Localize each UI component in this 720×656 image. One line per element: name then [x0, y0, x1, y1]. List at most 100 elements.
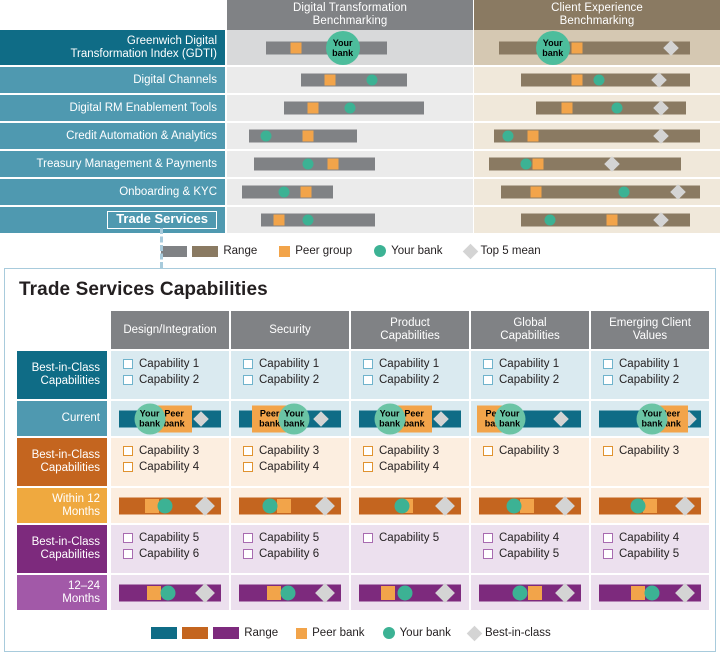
benchmark-row: Trade Services: [0, 207, 720, 233]
benchmark-column-header-client-experience: Client Experience Benchmarking: [474, 0, 720, 30]
capability-label: Capability 4: [139, 461, 200, 473]
capability-item: Capability 1: [603, 358, 709, 370]
capability-item: Capability 2: [123, 374, 229, 386]
capability-checkbox[interactable]: [243, 359, 253, 369]
legend-range-label: Range: [244, 627, 279, 639]
your-bank-line1: Your: [332, 37, 353, 48]
capability-checkbox[interactable]: [603, 359, 613, 369]
your-bank-marker: Your bank: [636, 403, 668, 434]
row-label-text: Treasury Management & Payments: [36, 157, 217, 170]
capability-checkbox[interactable]: [123, 446, 133, 456]
benchmark-row: Onboarding & KYC: [0, 179, 720, 205]
section-label-line1: Current: [61, 412, 100, 424]
capability-checkbox[interactable]: [363, 359, 373, 369]
infographic-root: Digital Transformation Benchmarking Clie…: [0, 0, 720, 656]
panel-title: Trade Services Capabilities: [19, 279, 268, 300]
capability-item: Capability 1: [483, 358, 589, 370]
peer-group-square-icon: [302, 130, 314, 142]
capability-label: Capability 5: [379, 532, 440, 544]
capability-checkbox[interactable]: [603, 533, 613, 543]
col-header-line2: Capabilities: [500, 330, 560, 342]
benchmark-column-header-digital-transformation: Digital Transformation Benchmarking: [227, 0, 473, 30]
capability-checkbox[interactable]: [123, 375, 133, 385]
capability-column-header-2: Product Capabilities: [351, 311, 469, 349]
capability-checkbox[interactable]: [123, 462, 133, 472]
capability-item: Capability 4: [243, 461, 349, 473]
capability-bar-cell: [471, 575, 589, 610]
legend-your-bank-label: Your bank: [399, 627, 451, 639]
capability-checklist-cell: Capability 4 Capability 5: [471, 525, 589, 573]
capability-checkbox[interactable]: [363, 533, 373, 543]
capability-checkbox[interactable]: [603, 446, 613, 456]
benchmark-table: Digital Transformation Benchmarking Clie…: [0, 0, 720, 235]
peer-bank-line1: Peer: [404, 408, 424, 419]
capability-checkbox[interactable]: [243, 446, 253, 456]
capability-label: Capability 6: [139, 548, 200, 560]
capability-checkbox[interactable]: [363, 446, 373, 456]
your-bank-line1: Your: [642, 408, 662, 419]
peer-bank-line1: Peer: [259, 408, 280, 419]
connector-line: [160, 228, 163, 268]
capability-checklist-cell: Capability 3 Capability 4: [231, 438, 349, 486]
capability-checkbox[interactable]: [483, 533, 493, 543]
row-label-text: Onboarding & KYC: [119, 185, 217, 198]
benchmark-row-label: Onboarding & KYC: [0, 179, 225, 205]
your-bank-line1: Your: [542, 37, 563, 48]
capability-checkbox[interactable]: [123, 533, 133, 543]
col-header-line1: Global: [513, 317, 547, 329]
capability-checkbox[interactable]: [483, 375, 493, 385]
capability-checkbox[interactable]: [123, 359, 133, 369]
section-label-line1: Within 12: [52, 492, 100, 505]
capability-bar-cell: Peer bank Your bank: [111, 401, 229, 436]
legend-peer-bank: Peer bank: [296, 627, 365, 639]
capability-checklist-cell: Capability 1 Capability 2: [351, 351, 469, 399]
legend-range: Range: [151, 627, 278, 639]
capability-checkbox[interactable]: [483, 549, 493, 559]
your-bank-marker: Your bank: [494, 403, 526, 434]
benchmark-cell-ce: [474, 123, 720, 149]
capability-label: Capability 5: [259, 532, 320, 544]
peer-bank-line1: Peer: [164, 408, 184, 419]
capability-label: Capability 5: [619, 548, 680, 560]
capability-bar-cell: YourbankPeerbank: [231, 401, 349, 436]
capability-label: Capability 1: [379, 358, 440, 370]
capability-item: Capability 2: [363, 374, 469, 386]
capability-item: Capability 4: [363, 461, 469, 473]
capability-checkbox[interactable]: [603, 375, 613, 385]
capability-checkbox[interactable]: [123, 549, 133, 559]
capability-label: Capability 5: [499, 548, 560, 560]
capability-checkbox[interactable]: [363, 375, 373, 385]
your-bank-marker: Your bank: [374, 403, 406, 434]
legend-best-diamond-icon: [466, 625, 483, 641]
legend-range-swatch-within12: [182, 627, 209, 639]
section-label-line1: Best-in-Class: [31, 362, 100, 374]
capability-checkbox[interactable]: [243, 533, 253, 543]
capability-checkbox[interactable]: [603, 549, 613, 559]
capability-bar-cell: [231, 575, 349, 610]
capability-label: Capability 2: [379, 374, 440, 386]
capability-label: Capability 4: [499, 532, 560, 544]
capability-item: Capability 2: [483, 374, 589, 386]
capability-checkbox[interactable]: [483, 446, 493, 456]
capability-checkbox[interactable]: [243, 462, 253, 472]
benchmark-cell-ce: [474, 95, 720, 121]
capability-label: Capability 3: [619, 445, 680, 457]
your-bank-circle-icon: [502, 130, 514, 142]
col-header-line2: Values: [632, 330, 668, 342]
capability-checkbox[interactable]: [483, 359, 493, 369]
capability-checkbox[interactable]: [243, 549, 253, 559]
col-header-line1: Digital Transformation: [292, 2, 408, 14]
capability-label: Capability 2: [499, 374, 560, 386]
col-header-line1: Product: [390, 317, 430, 329]
benchmark-cell-dt: [227, 67, 473, 93]
legend-range-label: Range: [223, 245, 258, 257]
capability-checkbox[interactable]: [363, 462, 373, 472]
peer-group-square-icon: [606, 214, 618, 226]
section-label-line2: Capabilities: [40, 462, 100, 474]
your-bank-circle-icon: [280, 585, 296, 600]
benchmark-row: Digital RM Enablement Tools: [0, 95, 720, 121]
capability-checkbox[interactable]: [243, 375, 253, 385]
capability-checklist-cell: Capability 4 Capability 5: [591, 525, 709, 573]
your-bank-line2: bank: [283, 418, 305, 429]
capability-item: Capability 3: [363, 445, 469, 457]
